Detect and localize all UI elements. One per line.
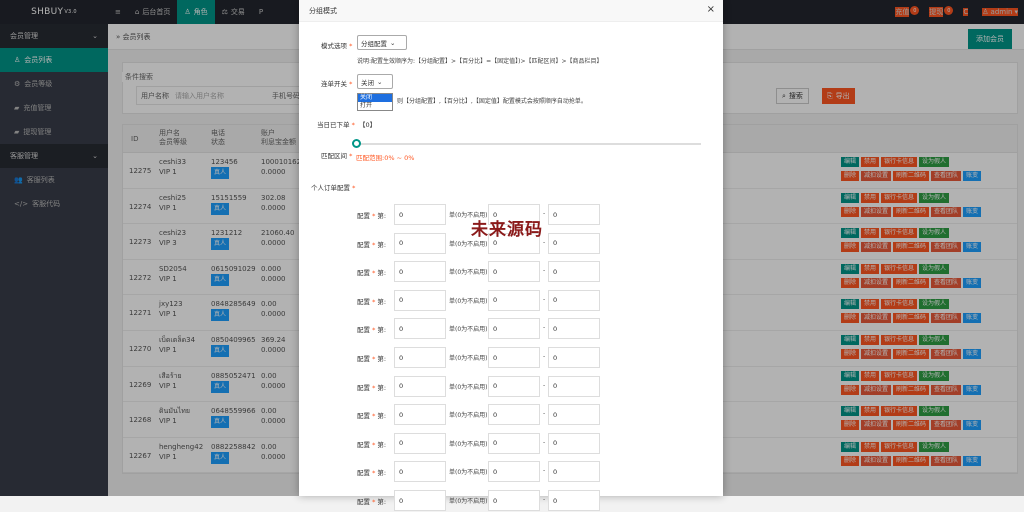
group-unit-text: 单(0为不启用) [449,269,488,277]
group-separator: - [543,438,546,446]
group-separator: - [543,353,546,360]
group-min-input[interactable]: 0 [488,404,540,426]
group-max-input[interactable]: 0 [548,461,600,483]
group-count-input[interactable]: 0 [394,204,446,225]
group-max-input[interactable]: 0 [548,375,600,397]
group-separator: - [543,324,546,332]
group-unit-text: 单(0为不启用) [449,440,488,448]
group-unit-text: 单(0为不启用) [449,355,488,362]
group-max-input[interactable]: 0 [548,318,600,340]
personal-config-label: 个人订单配置 * [311,184,356,192]
group-label: 配置 * 第: [357,269,387,278]
today-label: 当日已下单 * [317,121,355,129]
group-separator: - [543,295,546,303]
dropdown-option-off[interactable]: 关闭 [358,94,392,102]
group-unit-text: 单(0为不启用) [449,498,488,505]
group-config-row: 配置 * 第: 0 单(0为不启用) 0-0 [299,289,723,312]
group-label: 配置 * 第: [357,440,387,449]
connect-label: 连单开关 * [321,80,353,88]
group-mode-modal: 分组模式 × 模式选项 * 分组配置 ⌄ 说明:配置生效顺序为:【分组配置】>【百分… [299,0,723,511]
group-config-row: 配置 * 第: 0 单(0为不启用) 0-0 [299,261,723,283]
group-config-row: 配置 * 第: 0 单(0为不启用) 0-0 [299,318,723,340]
group-config-row: 配置 * 第: 0 单(0为不启用) 0-0 [299,375,723,398]
range-slider-track[interactable] [355,143,701,145]
group-label: 配置 * 第: [357,355,387,363]
mode-note: 说明:配置生效顺序为:【分组配置】>【百分比】=【固定值】)>【匹配区间】>【商… [357,58,603,65]
mode-select-value: 分组配置 [361,39,387,48]
group-label: 配置 * 第: [357,383,387,392]
group-max-input[interactable]: 0 [548,432,600,454]
mode-select[interactable]: 分组配置 ⌄ [357,35,407,50]
group-unit-text: 单(0为不启用) [449,326,488,334]
close-icon[interactable]: × [707,4,715,15]
group-count-input[interactable]: 0 [394,289,446,311]
group-count-input[interactable]: 0 [394,375,446,397]
group-max-input[interactable]: 0 [548,289,600,311]
group-unit-text: 单(0为不启用) [449,469,488,477]
modal-header: 分组模式 × [299,0,723,22]
group-max-input[interactable]: 0 [548,404,600,426]
group-count-input[interactable]: 0 [394,318,446,340]
group-label: 配置 * 第: [357,212,387,220]
range-slider-handle[interactable] [352,139,361,148]
group-config-row: 配置 * 第: 0 单(0为不启用) 0-0 [299,490,723,512]
group-count-input[interactable]: 0 [394,490,446,511]
connect-note: 则【分组配置】,【百分比】,【固定值】配置模式会按照顺序自动抢单。 [397,98,587,105]
group-label: 配置 * 第: [357,412,387,421]
group-separator: - [543,381,546,389]
group-separator: - [543,496,546,503]
group-min-input[interactable]: 0 [488,375,540,397]
group-min-input[interactable]: 0 [488,347,540,368]
group-unit-text: 单(0为不启用) [449,297,488,305]
modal-title: 分组模式 [309,6,337,15]
group-separator: - [543,210,546,217]
group-count-input[interactable]: 0 [394,232,446,254]
group-separator: - [543,267,546,275]
group-min-input[interactable]: 0 [488,461,540,483]
group-config-row: 配置 * 第: 0 单(0为不启用) 0-0 [299,461,723,483]
group-max-input[interactable]: 0 [548,347,600,368]
group-min-input[interactable]: 0 [488,432,540,454]
chevron-down-icon: ⌄ [377,77,383,86]
group-max-input[interactable]: 0 [548,490,600,511]
range-text: 匹配范围:0% ~ 0% [356,154,415,162]
group-config-row: 配置 * 第: 0 单(0为不启用) 0-0 [299,404,723,426]
connect-select-value: 关闭 [361,78,374,87]
group-config-row: 配置 * 第: 0 单(0为不启用) 0-0 [299,347,723,369]
chevron-down-icon: ⌄ [390,38,396,47]
group-count-input[interactable]: 0 [394,461,446,483]
group-count-input[interactable]: 0 [394,347,446,368]
group-max-input[interactable]: 0 [548,261,600,283]
today-value: 【0】 [359,121,377,129]
range-label: 匹配区间 * [321,152,353,160]
group-separator: - [543,410,546,418]
group-count-input[interactable]: 0 [394,261,446,283]
group-min-input[interactable]: 0 [488,490,540,511]
group-label: 配置 * 第: [357,326,387,335]
group-min-input[interactable]: 0 [488,289,540,311]
group-count-input[interactable]: 0 [394,404,446,426]
group-min-input[interactable]: 0 [488,261,540,283]
group-config-row: 配置 * 第: 0 单(0为不启用) 0-0 [299,432,723,455]
group-unit-text: 单(0为不启用) [449,383,488,391]
group-unit-text: 单(0为不启用) [449,412,488,420]
group-label: 配置 * 第: [357,297,387,306]
group-min-input[interactable]: 0 [488,318,540,340]
group-count-input[interactable]: 0 [394,432,446,454]
group-label: 配置 * 第: [357,240,387,249]
connect-select[interactable]: 关闭 ⌄ [357,74,393,89]
group-label: 配置 * 第: [357,498,387,506]
group-max-input[interactable]: 0 [548,232,600,254]
group-max-input[interactable]: 0 [548,204,600,225]
connect-dropdown: 关闭 打开 [357,93,393,111]
group-label: 配置 * 第: [357,469,387,478]
dropdown-option-on[interactable]: 打开 [358,102,392,110]
group-separator: - [543,238,546,246]
watermark-text: 未来源码 [471,220,543,240]
group-separator: - [543,467,546,475]
mode-label: 模式选项 * [321,42,353,50]
